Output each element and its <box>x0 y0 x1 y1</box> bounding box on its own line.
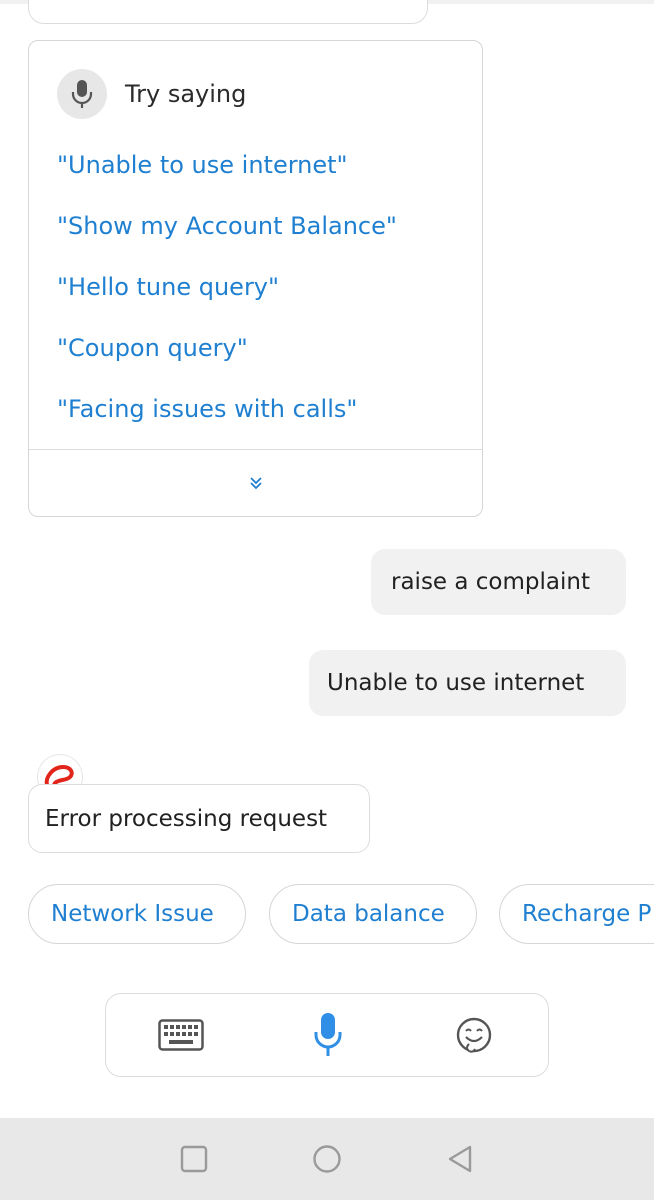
chip-recharge[interactable]: Recharge P <box>499 884 654 944</box>
message-text: Error processing request <box>45 805 328 832</box>
suggestion-unable-to-use-internet[interactable]: "Unable to use internet" <box>57 151 348 179</box>
microphone-icon <box>314 1013 342 1056</box>
suggestion-show-account-balance[interactable]: "Show my Account Balance" <box>57 212 397 240</box>
home-button[interactable] <box>287 1118 367 1200</box>
user-message-raise-complaint: raise a complaint <box>371 549 626 615</box>
chip-label: Recharge P <box>522 901 652 927</box>
suggestion-coupon-query[interactable]: "Coupon query" <box>57 334 248 362</box>
previous-message-bubble <box>28 0 428 24</box>
chip-data-balance[interactable]: Data balance <box>269 884 477 944</box>
chip-network-issue[interactable]: Network Issue <box>28 884 246 944</box>
suggestion-facing-issues-with-calls[interactable]: "Facing issues with calls" <box>57 395 357 423</box>
input-bar <box>105 993 549 1077</box>
back-button[interactable] <box>420 1118 500 1200</box>
bot-message-error: Error processing request <box>28 784 370 853</box>
system-navigation-bar <box>0 1118 654 1200</box>
suggestion-hello-tune-query[interactable]: "Hello tune query" <box>57 273 279 301</box>
message-text: Unable to use internet <box>327 670 585 696</box>
emoji-icon <box>456 1017 492 1053</box>
microphone-icon <box>57 69 107 119</box>
expand-suggestions-button[interactable] <box>29 450 482 516</box>
try-saying-card: Try saying "Unable to use internet" "Sho… <box>28 40 483 517</box>
recents-button[interactable] <box>154 1118 234 1200</box>
emoji-button[interactable] <box>424 994 524 1076</box>
keyboard-icon <box>158 1019 204 1051</box>
user-message-unable-to-use-internet: Unable to use internet <box>309 650 626 716</box>
double-chevron-down-icon <box>249 477 262 490</box>
circle-home-icon <box>313 1145 341 1173</box>
keyboard-button[interactable] <box>131 994 231 1076</box>
message-text: raise a complaint <box>391 569 590 595</box>
chip-label: Data balance <box>292 901 445 927</box>
chip-label: Network Issue <box>51 901 214 927</box>
voice-input-button[interactable] <box>278 994 378 1076</box>
try-saying-title: Try saying <box>125 80 247 108</box>
try-saying-header: Try saying <box>57 69 246 119</box>
triangle-back-icon <box>448 1145 472 1173</box>
square-recents-icon <box>180 1145 208 1173</box>
